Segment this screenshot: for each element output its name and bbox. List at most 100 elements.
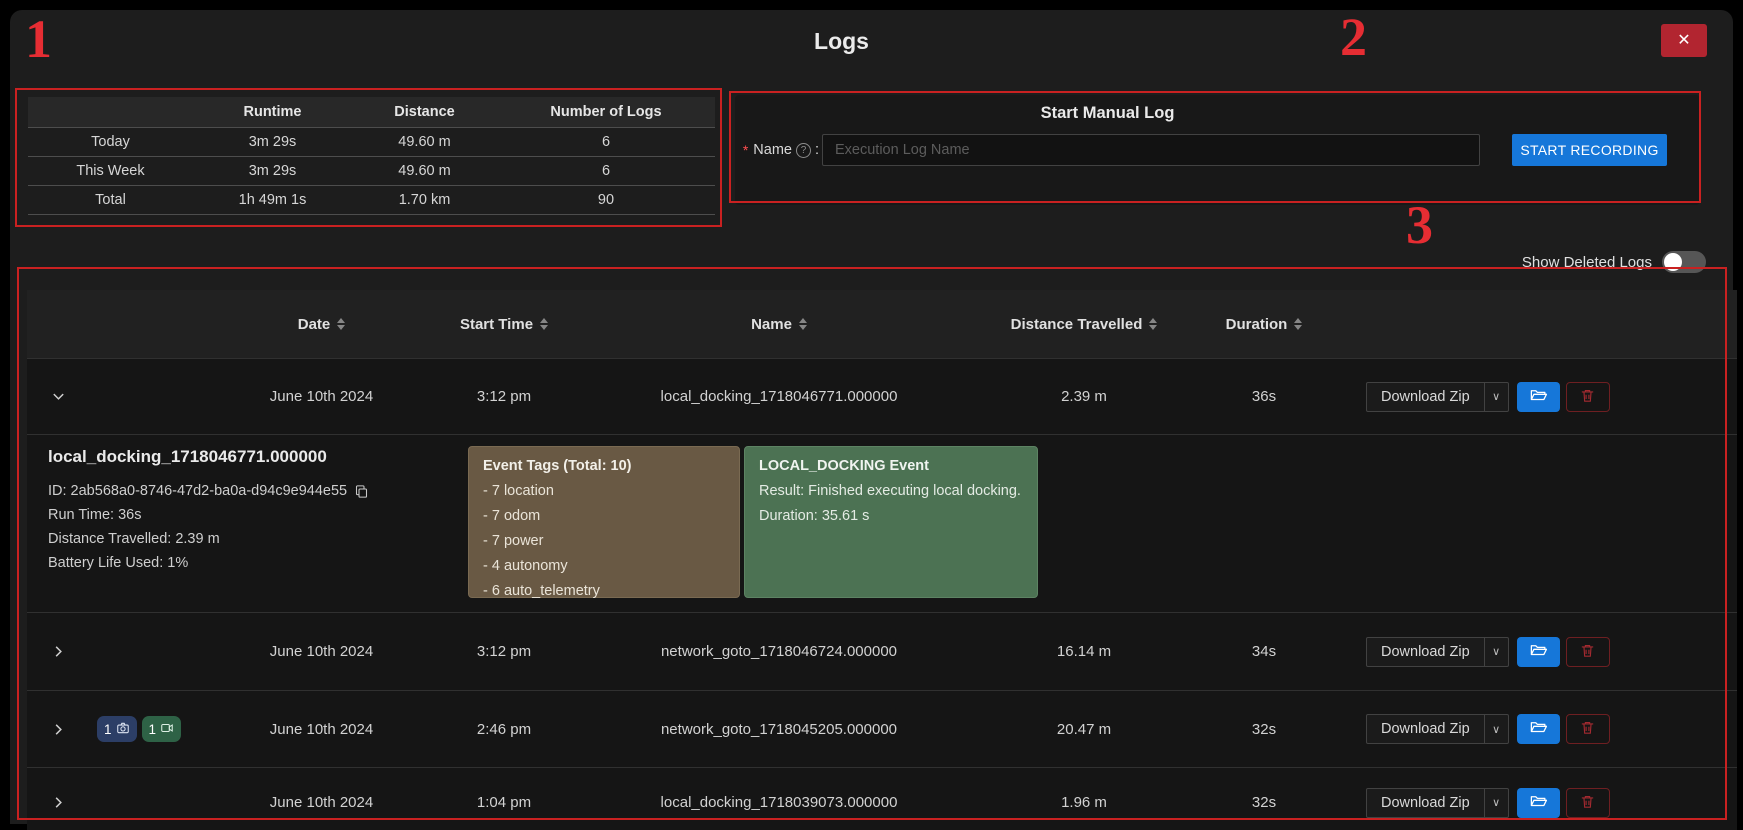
log-duration: 36s	[1164, 388, 1364, 405]
summary-label: Total	[28, 192, 193, 208]
manual-log-title: Start Manual Log	[735, 104, 1480, 123]
summary-runtime: 1h 49m 1s	[193, 192, 352, 208]
dropdown-caret-icon[interactable]: ∨	[1484, 789, 1508, 817]
log-duration: 34s	[1164, 643, 1364, 660]
trash-icon	[1579, 719, 1596, 739]
chevron-right-icon[interactable]	[51, 722, 66, 737]
column-header-distance[interactable]: Distance Travelled	[1004, 316, 1164, 333]
log-start-time: 3:12 pm	[454, 643, 554, 660]
download-zip-button[interactable]: Download Zip ∨	[1366, 714, 1509, 744]
camera-icon	[116, 721, 130, 738]
log-name: network_goto_1718046724.000000	[554, 643, 1004, 660]
delete-log-button[interactable]	[1566, 637, 1610, 667]
event-tag-item: - 7 odom	[483, 504, 725, 529]
logs-table: Date Start Time Name Distance Travelled …	[27, 290, 1737, 830]
delete-log-button[interactable]	[1566, 382, 1610, 412]
log-start-time: 1:04 pm	[454, 794, 554, 811]
photo-count-badge: 1	[97, 716, 137, 742]
summary-runtime: 3m 29s	[193, 163, 352, 179]
summary-row-week: This Week 3m 29s 49.60 m 6	[28, 157, 715, 186]
video-count-badge: 1	[142, 716, 182, 742]
required-asterisk: *	[743, 142, 748, 158]
summary-header-num-logs: Number of Logs	[497, 104, 715, 120]
log-name: network_goto_1718045205.000000	[554, 721, 1004, 738]
download-zip-button[interactable]: Download Zip ∨	[1366, 382, 1509, 412]
log-battery-used: Battery Life Used: 1%	[48, 551, 369, 575]
log-id: ID: 2ab568a0-8746-47d2-ba0a-d94c9e944e55	[48, 479, 347, 503]
close-icon: ✕	[1677, 32, 1690, 49]
delete-log-button[interactable]	[1566, 714, 1610, 744]
log-date: June 10th 2024	[189, 643, 454, 660]
event-title: LOCAL_DOCKING Event	[759, 454, 1023, 479]
summary-runtime: 3m 29s	[193, 134, 352, 150]
chevron-right-icon[interactable]	[51, 644, 66, 659]
folder-open-icon	[1529, 641, 1548, 663]
summary-logs: 90	[497, 192, 715, 208]
local-docking-event-box: LOCAL_DOCKING Event Result: Finished exe…	[744, 446, 1038, 598]
close-button[interactable]: ✕	[1661, 24, 1707, 57]
question-circle-icon[interactable]: ?	[796, 143, 811, 158]
table-row[interactable]: June 10th 2024 3:12 pm network_goto_1718…	[27, 612, 1737, 690]
chevron-down-icon[interactable]	[51, 389, 66, 404]
open-folder-button[interactable]	[1517, 714, 1560, 744]
sort-icon[interactable]	[1149, 318, 1157, 330]
sort-icon[interactable]	[1294, 318, 1302, 330]
video-camera-icon	[160, 721, 174, 738]
event-tags-box: Event Tags (Total: 10) - 7 location - 7 …	[468, 446, 740, 598]
open-folder-button[interactable]	[1517, 382, 1560, 412]
event-tag-item: - 6 auto_telemetry	[483, 579, 725, 604]
column-header-duration[interactable]: Duration	[1164, 316, 1364, 333]
download-zip-button[interactable]: Download Zip ∨	[1366, 788, 1509, 818]
table-row[interactable]: June 10th 2024 1:04 pm local_docking_171…	[27, 767, 1737, 830]
open-folder-button[interactable]	[1517, 788, 1560, 818]
expanded-log-detail: local_docking_1718046771.000000 ID: 2ab5…	[27, 434, 1737, 612]
summary-header-row: Runtime Distance Number of Logs	[28, 97, 715, 128]
download-zip-button[interactable]: Download Zip ∨	[1366, 637, 1509, 667]
log-date: June 10th 2024	[189, 721, 454, 738]
toggle-knob	[1664, 253, 1682, 271]
column-header-date[interactable]: Date	[189, 316, 454, 333]
sort-icon[interactable]	[337, 318, 345, 330]
log-date: June 10th 2024	[189, 388, 454, 405]
dropdown-caret-icon[interactable]: ∨	[1484, 383, 1508, 411]
name-label-text: Name	[753, 142, 792, 158]
name-label: * Name ? :	[735, 134, 819, 166]
summary-label: Today	[28, 134, 193, 150]
summary-distance: 49.60 m	[352, 163, 497, 179]
event-duration: Duration: 35.61 s	[759, 504, 1023, 529]
log-name: local_docking_1718039073.000000	[554, 794, 1004, 811]
page-title: Logs	[10, 28, 1673, 55]
delete-log-button[interactable]	[1566, 788, 1610, 818]
dropdown-caret-icon[interactable]: ∨	[1484, 638, 1508, 666]
chevron-right-icon[interactable]	[51, 795, 66, 810]
log-run-time: Run Time: 36s	[48, 503, 369, 527]
sort-icon[interactable]	[799, 318, 807, 330]
sort-icon[interactable]	[540, 318, 548, 330]
start-recording-button[interactable]: START RECORDING	[1512, 134, 1667, 166]
dropdown-caret-icon[interactable]: ∨	[1484, 715, 1508, 743]
open-folder-button[interactable]	[1517, 637, 1560, 667]
log-name-input[interactable]	[822, 134, 1480, 166]
table-row[interactable]: June 10th 2024 3:12 pm local_docking_171…	[27, 358, 1737, 434]
column-header-name[interactable]: Name	[554, 316, 1004, 333]
log-duration: 32s	[1164, 721, 1364, 738]
column-header-start-time[interactable]: Start Time	[454, 316, 554, 333]
logs-table-header: Date Start Time Name Distance Travelled …	[27, 290, 1737, 358]
log-distance: 2.39 m	[1004, 388, 1164, 405]
summary-logs: 6	[497, 163, 715, 179]
show-deleted-control: Show Deleted Logs	[1522, 251, 1706, 273]
log-start-time: 3:12 pm	[454, 388, 554, 405]
folder-open-icon	[1529, 386, 1548, 408]
event-tags-title: Event Tags (Total: 10)	[483, 454, 725, 479]
trash-icon	[1579, 387, 1596, 407]
copy-icon[interactable]	[354, 484, 369, 499]
summary-header-distance: Distance	[352, 104, 497, 120]
table-row[interactable]: 1 1 June 10th 2024 2:46 pm network_goto_…	[27, 690, 1737, 767]
log-distance: 16.14 m	[1004, 643, 1164, 660]
folder-open-icon	[1529, 718, 1548, 740]
summary-label: This Week	[28, 163, 193, 179]
log-duration: 32s	[1164, 794, 1364, 811]
show-deleted-toggle[interactable]	[1662, 251, 1706, 273]
event-tag-item: - 7 power	[483, 529, 725, 554]
event-result: Result: Finished executing local docking…	[759, 479, 1023, 504]
